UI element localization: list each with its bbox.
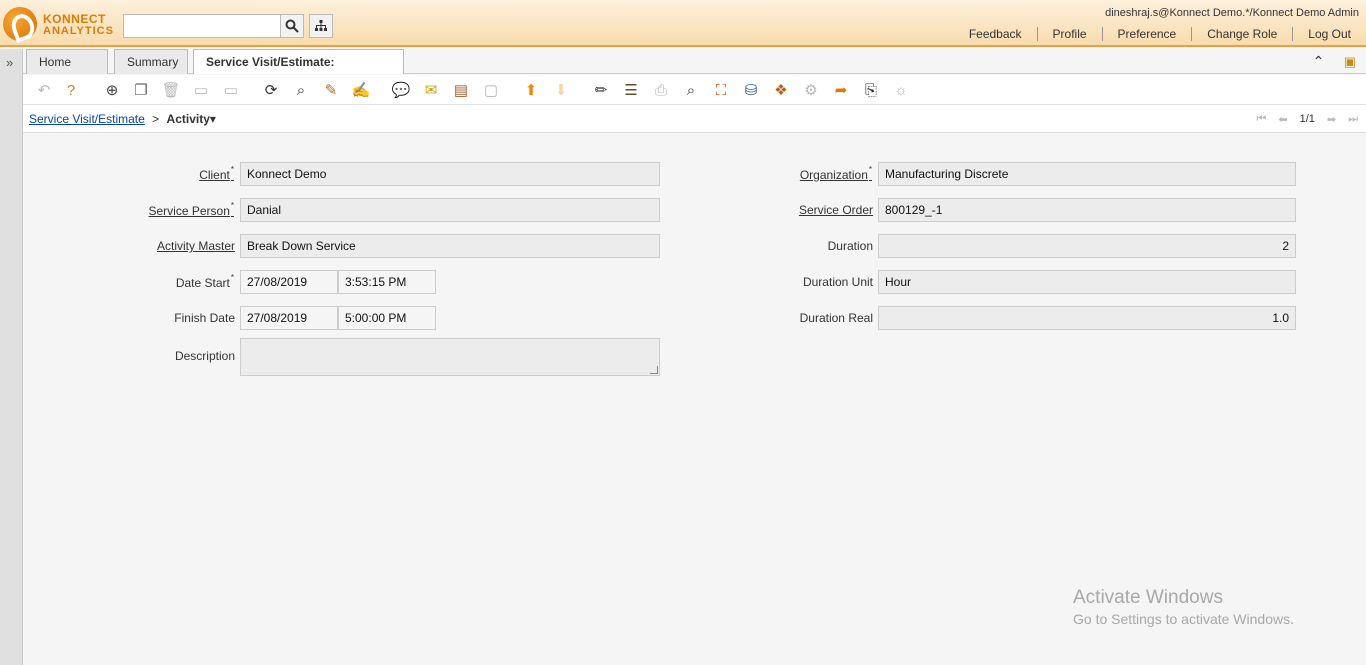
finish-date-date-field[interactable]: 27/08/2019	[240, 306, 338, 330]
zoom-across-icon[interactable]: ⌕	[680, 79, 702, 101]
expand-panel-icon[interactable]: »	[6, 55, 13, 70]
description-textarea[interactable]	[240, 338, 660, 376]
global-search-input[interactable]	[123, 14, 281, 38]
previous-record-icon[interactable]: ⬅	[1278, 113, 1287, 126]
history-icon[interactable]: ▢	[480, 79, 502, 101]
new-record-icon[interactable]: ⊕	[101, 79, 123, 101]
header-links: Feedback Profile Preference Change Role …	[954, 27, 1366, 41]
description-label: Description	[174, 349, 235, 363]
change-role-link[interactable]: Change Role	[1191, 27, 1292, 41]
duration-field[interactable]: 2	[878, 234, 1296, 258]
breadcrumb-current[interactable]: Activity	[167, 112, 210, 126]
organization-field[interactable]: Manufacturing Discrete	[878, 162, 1296, 186]
search-icon	[285, 19, 299, 33]
file-import-icon[interactable]: ⎘	[860, 79, 882, 101]
window-toolbar: ↶ ? ⊕ ❐ 🗑 ▭ ▭ ⟳ ⌕ ✎ ✍ 💬 ✉ ▤ ▢ ⬆ ⬇ ✏ ☰ ⎙ …	[23, 75, 1366, 105]
copy-record-icon[interactable]: ❐	[130, 79, 152, 101]
date-start-date-field[interactable]: 27/08/2019	[240, 270, 338, 294]
new-window-icon[interactable]: ▣	[1344, 54, 1356, 69]
caret-down-icon[interactable]: ▾	[210, 112, 216, 126]
record-navigator: ⏮ ⬅ 1/1 ➡ ⏭	[1256, 113, 1358, 126]
date-start-time-field[interactable]: 3:53:15 PM	[338, 270, 436, 294]
record-position: 1/1	[1299, 113, 1315, 125]
client-field[interactable]: Konnect Demo	[240, 162, 660, 186]
save-icon[interactable]: ▭	[190, 79, 212, 101]
workflow-icon[interactable]: ❖	[770, 79, 792, 101]
request-icon[interactable]: ⛶	[710, 79, 732, 101]
logo-text-line1: KONNECT	[43, 12, 106, 26]
logo-icon	[3, 7, 37, 41]
export-icon[interactable]: ➦	[830, 79, 852, 101]
window-tabs: Home (23) Summary Service Visit/Estimate…	[23, 49, 1366, 93]
next-record-icon[interactable]: ➡	[1327, 113, 1336, 126]
last-record-icon[interactable]: ⏭	[1348, 113, 1358, 126]
sitemap-icon	[315, 20, 327, 31]
logo-text-line2: ANALYTICS	[43, 25, 114, 37]
date-start-label: Date Start*	[175, 273, 234, 290]
finish-date-time-field[interactable]: 5:00:00 PM	[338, 306, 436, 330]
print-icon[interactable]: ⎙	[650, 79, 672, 101]
find-icon[interactable]: ⌕	[290, 79, 312, 101]
tab-service-visit[interactable]: Service Visit/Estimate: 800129✖	[193, 49, 404, 93]
watermark-subtitle: Go to Settings to activate Windows.	[1073, 611, 1294, 627]
refresh-icon[interactable]: ⟳	[260, 79, 282, 101]
chat-icon[interactable]: 💬	[390, 79, 412, 101]
breadcrumb-parent-link[interactable]: Service Visit/Estimate	[29, 112, 145, 126]
activity-form: Client* Konnect Demo Service Person* Dan…	[23, 134, 1366, 665]
resize-handle-icon[interactable]	[650, 366, 658, 374]
tab-summary[interactable]: Summary	[114, 49, 188, 74]
breadcrumb-separator: >	[152, 112, 160, 126]
service-order-field[interactable]: 800129_-1	[878, 198, 1296, 222]
activity-master-field[interactable]: Break Down Service	[240, 234, 660, 258]
undo-icon[interactable]: ↶	[33, 79, 55, 101]
breadcrumb-bar: Service Visit/Estimate > Activity▾ ⏮ ⬅ 1…	[23, 105, 1366, 133]
logout-link[interactable]: Log Out	[1292, 27, 1366, 41]
finish-date-label: Finish Date	[174, 311, 235, 325]
service-person-label[interactable]: Service Person*	[149, 201, 235, 218]
attachment-icon[interactable]: ✎	[320, 79, 342, 101]
tab-summary-label: Summary	[127, 55, 179, 69]
collapse-icon[interactable]: ⌃	[1313, 53, 1325, 69]
search-button[interactable]	[280, 14, 304, 38]
watermark-title: Activate Windows	[1073, 587, 1223, 608]
duration-label: Duration	[827, 239, 873, 253]
service-person-field[interactable]: Danial	[240, 198, 660, 222]
detail-record-icon[interactable]: ⬇	[550, 79, 572, 101]
windows-activation-watermark: Activate Windows Go to Settings to activ…	[1073, 587, 1294, 627]
app-header: KONNECT ANALYTICS dineshraj.s@Konnect De…	[0, 0, 1366, 47]
feedback-link[interactable]: Feedback	[954, 27, 1037, 41]
tab-home[interactable]: Home (23)	[26, 49, 108, 93]
help-icon[interactable]: ?	[60, 79, 82, 101]
grid-toggle-icon[interactable]: ▤	[450, 79, 472, 101]
product-info-icon[interactable]: ⛁	[740, 79, 762, 101]
duration-real-label: Duration Real	[799, 311, 873, 325]
west-panel: »	[0, 49, 23, 665]
process-icon[interactable]: ⚙	[800, 79, 822, 101]
parent-record-icon[interactable]: ⬆	[520, 79, 542, 101]
archive-icon[interactable]: ☰	[620, 79, 642, 101]
report-icon[interactable]: ✏	[590, 79, 612, 101]
postit-icon[interactable]: ✉	[420, 79, 442, 101]
breadcrumb: Service Visit/Estimate > Activity▾	[29, 112, 216, 126]
save-new-icon[interactable]: ▭	[220, 79, 242, 101]
client-label[interactable]: Client*	[199, 165, 234, 182]
notes-icon[interactable]: ✍	[350, 79, 372, 101]
service-order-label[interactable]: Service Order	[799, 203, 873, 217]
organization-label[interactable]: Organization*	[800, 165, 872, 182]
customize-icon[interactable]: ☼	[890, 79, 912, 101]
menu-tree-button[interactable]	[309, 14, 333, 38]
duration-real-field[interactable]: 1.0	[878, 306, 1296, 330]
duration-unit-field[interactable]: Hour	[878, 270, 1296, 294]
tab-controls: ⌃ ▣	[1313, 53, 1356, 70]
preference-link[interactable]: Preference	[1101, 27, 1192, 41]
user-info: dineshraj.s@Konnect Demo.*/Konnect Demo …	[1105, 7, 1359, 19]
profile-link[interactable]: Profile	[1036, 27, 1102, 41]
delete-icon[interactable]: 🗑	[160, 79, 182, 101]
activity-master-label[interactable]: Activity Master	[157, 239, 235, 253]
duration-unit-label: Duration Unit	[802, 275, 873, 289]
first-record-icon[interactable]: ⏮	[1256, 113, 1266, 126]
konnect-logo[interactable]: KONNECT ANALYTICS	[3, 5, 119, 43]
